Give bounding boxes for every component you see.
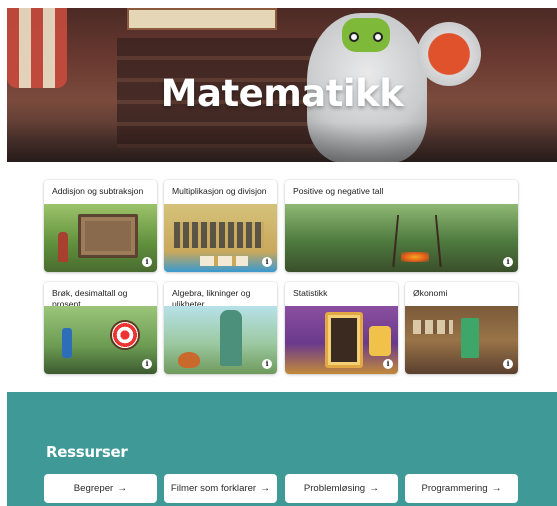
arrow-right-icon: → (117, 483, 128, 494)
topic-card-okonomi[interactable]: Økonomi i (405, 282, 518, 374)
topic-card-title: Multiplikasjon og divisjon (172, 186, 267, 196)
resource-button-begreper[interactable]: Begreper → (44, 474, 157, 503)
info-icon[interactable]: i (142, 359, 152, 369)
info-icon[interactable]: i (503, 257, 513, 267)
topic-card-illustration (44, 306, 157, 374)
resource-button-label: Begreper (73, 483, 114, 494)
resource-button-label: Filmer som forklarer (170, 483, 257, 494)
resource-button-problemlosing[interactable]: Problemløsing → (285, 474, 398, 503)
topic-card-illustration (405, 306, 518, 374)
page-title: Matematikk (160, 72, 404, 115)
resource-button-label: Programmering (421, 483, 488, 494)
topic-card-title: Positive og negative tall (293, 186, 384, 196)
topic-card-illustration (164, 204, 277, 272)
topic-card-illustration (164, 306, 277, 374)
topic-card-title: Algebra, likninger og ulikheter (172, 288, 251, 306)
hero-robot-eye-left (349, 32, 359, 42)
info-icon[interactable]: i (262, 359, 272, 369)
resource-button-label: Problemløsing (303, 483, 366, 494)
topic-card-multiplikasjon-og-divisjon[interactable]: Multiplikasjon og divisjon i (164, 180, 277, 272)
topic-card-title: Statistikk (293, 288, 328, 298)
page: Matematikk Addisjon og subtraksjon i Mul… (0, 0, 557, 506)
topic-card-illustration (285, 306, 398, 374)
info-icon[interactable]: i (503, 359, 513, 369)
topic-grid: Addisjon og subtraksjon i Multiplikasjon… (0, 170, 557, 385)
topic-card-brok-desimaltall-og-prosent[interactable]: Brøk, desimaltall og prosent i (44, 282, 157, 374)
topic-card-algebra-likninger-og-ulikheter[interactable]: Algebra, likninger og ulikheter i (164, 282, 277, 374)
resources-section: Ressurser Begreper → Filmer som forklare… (7, 392, 557, 506)
topic-card-title: Brøk, desimaltall og prosent (52, 288, 128, 306)
hero-shadow (7, 122, 557, 162)
info-icon[interactable]: i (383, 359, 393, 369)
arrow-right-icon: → (491, 483, 502, 494)
hero-robot-eye-right (373, 32, 383, 42)
resource-button-programmering[interactable]: Programmering → (405, 474, 518, 503)
topic-card-title: Økonomi (413, 288, 448, 298)
arrow-right-icon: → (369, 483, 380, 494)
topic-card-statistikk[interactable]: Statistikk i (285, 282, 398, 374)
resources-heading: Ressurser (46, 443, 128, 461)
topic-card-illustration (285, 204, 518, 272)
arrow-right-icon: → (260, 483, 271, 494)
resource-button-filmer-som-forklarer[interactable]: Filmer som forklarer → (164, 474, 277, 503)
topic-card-illustration (44, 204, 157, 272)
topic-card-title: Addisjon og subtraksjon (52, 186, 144, 196)
topic-card-positive-og-negative-tall[interactable]: Positive og negative tall i (285, 180, 518, 272)
topic-card-addisjon-og-subtraksjon[interactable]: Addisjon og subtraksjon i (44, 180, 157, 272)
hero-banner: Matematikk (7, 8, 557, 162)
info-icon[interactable]: i (142, 257, 152, 267)
hero-shop-sign-illustration (127, 8, 277, 30)
info-icon[interactable]: i (262, 257, 272, 267)
